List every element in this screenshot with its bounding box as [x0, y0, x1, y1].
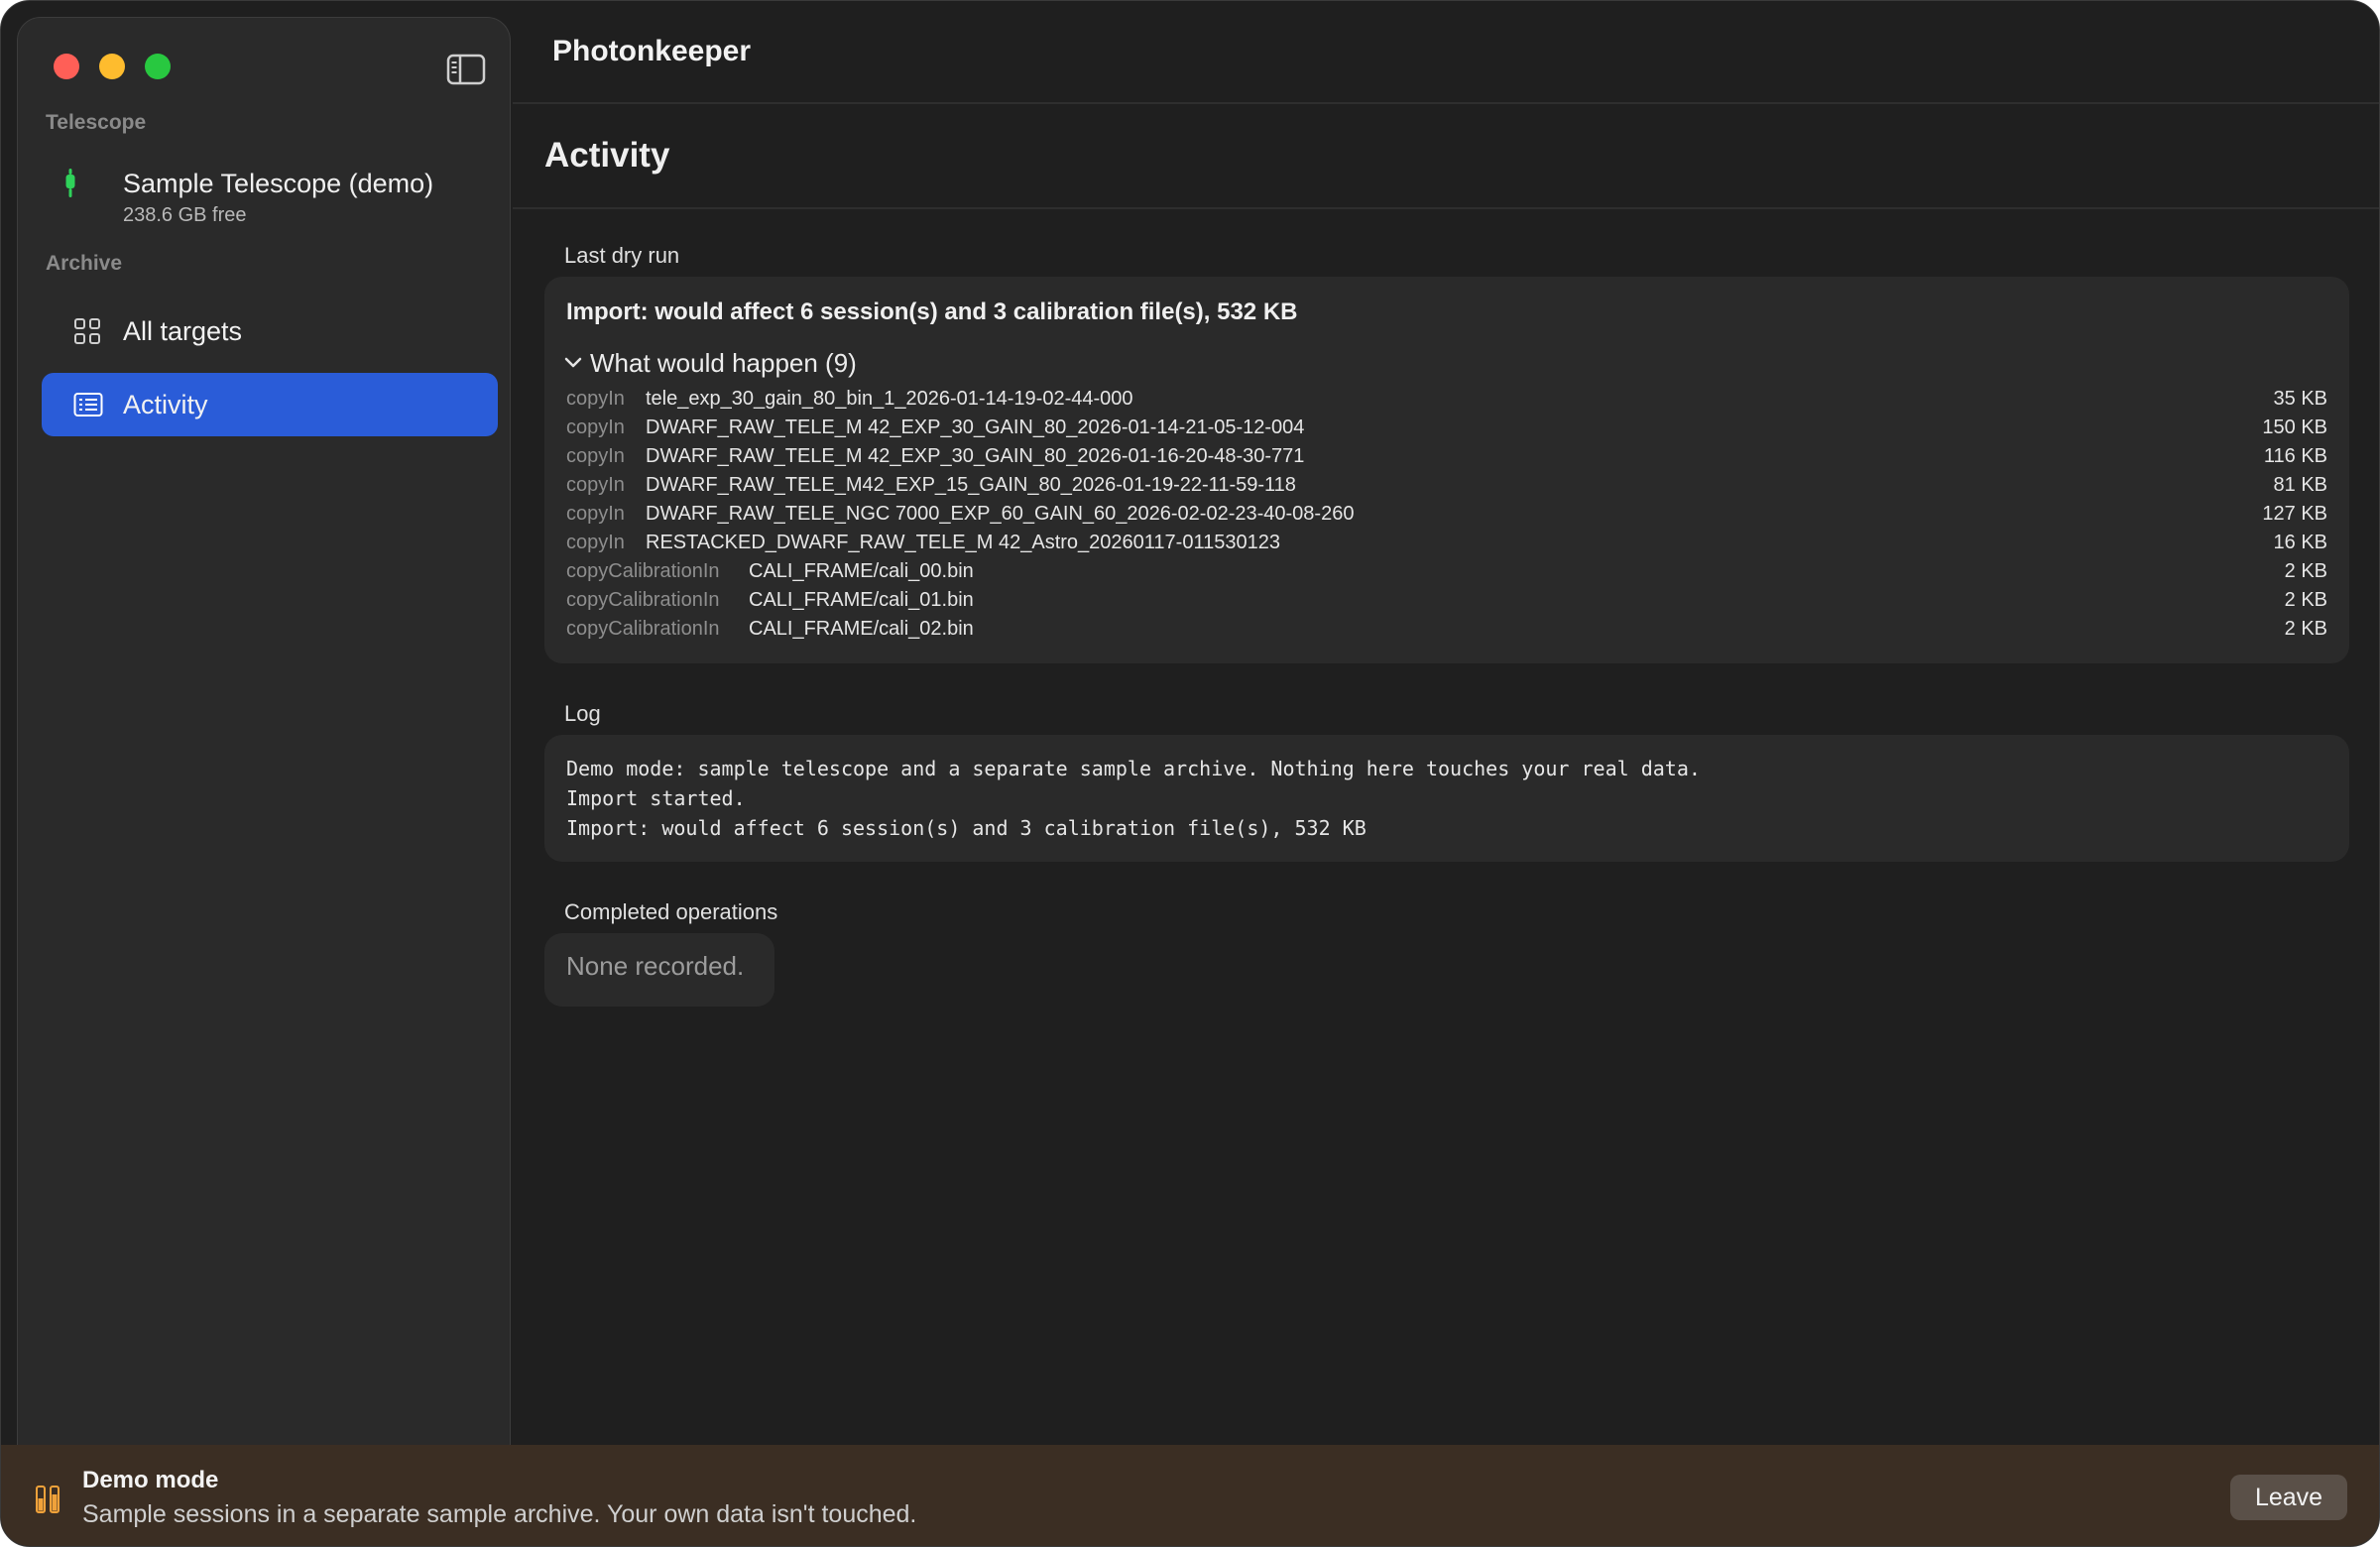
dry-run-card: Import: would affect 6 session(s) and 3 …	[544, 277, 2349, 663]
operation-kind: copyIn	[566, 532, 625, 553]
leave-demo-button[interactable]: Leave	[2230, 1475, 2347, 1520]
operation-size: 2 KB	[2284, 589, 2327, 611]
sidebar-item-activity[interactable]: Activity	[42, 373, 498, 436]
operation-kind: copyIn	[566, 445, 625, 467]
operation-file: DWARF_RAW_TELE_M42_EXP_15_GAIN_80_2026-0…	[646, 474, 1296, 496]
operation-file: DWARF_RAW_TELE_NGC 7000_EXP_60_GAIN_60_2…	[646, 503, 1355, 525]
operation-file: CALI_FRAME/cali_00.bin	[749, 560, 974, 582]
operation-file: RESTACKED_DWARF_RAW_TELE_M 42_Astro_2026…	[646, 532, 1280, 553]
operation-size: 127 KB	[2262, 503, 2327, 525]
operation-row: copyIn DWARF_RAW_TELE_NGC 7000_EXP_60_GA…	[566, 499, 2327, 528]
titlebar-divider	[513, 102, 2379, 104]
list-icon	[73, 391, 103, 418]
telescope-free-space: 238.6 GB free	[123, 204, 247, 226]
operation-row: copyIn DWARF_RAW_TELE_M 42_EXP_30_GAIN_8…	[566, 441, 2327, 470]
log-line: Import: would affect 6 session(s) and 3 …	[566, 816, 1367, 840]
app-title: Photonkeeper	[552, 35, 752, 67]
operation-row: copyCalibrationIn CALI_FRAME/cali_01.bin…	[566, 585, 2327, 614]
operation-kind: copyCalibrationIn	[566, 618, 720, 640]
flask-icon	[35, 1485, 60, 1514]
operation-file: CALI_FRAME/cali_01.bin	[749, 589, 974, 611]
sidebar-item-all-targets[interactable]: All targets	[42, 299, 498, 363]
sidebar: Telescope Sample Telescope (demo) 238.6 …	[17, 17, 511, 1528]
operation-file: CALI_FRAME/cali_02.bin	[749, 618, 974, 640]
telescope-name: Sample Telescope (demo)	[123, 169, 434, 198]
dry-run-summary: Import: would affect 6 session(s) and 3 …	[566, 298, 1298, 325]
demo-mode-banner: Demo mode Sample sessions in a separate …	[1, 1445, 2379, 1546]
operation-row: copyCalibrationIn CALI_FRAME/cali_02.bin…	[566, 614, 2327, 643]
operation-size: 2 KB	[2284, 560, 2327, 582]
log-line: Import started.	[566, 786, 746, 810]
operation-size: 35 KB	[2273, 388, 2327, 410]
completed-card: None recorded.	[544, 933, 774, 1007]
close-window-button[interactable]	[54, 54, 79, 79]
operation-file: DWARF_RAW_TELE_M 42_EXP_30_GAIN_80_2026-…	[646, 445, 1305, 467]
operation-size: 16 KB	[2273, 532, 2327, 553]
operation-row: copyCalibrationIn CALI_FRAME/cali_00.bin…	[566, 556, 2327, 585]
sidebar-item-label: Activity	[123, 390, 208, 419]
operation-size: 116 KB	[2263, 445, 2327, 467]
minimize-window-button[interactable]	[99, 54, 125, 79]
disclosure-label: What would happen (9)	[590, 348, 857, 378]
chevron-down-icon	[562, 354, 584, 372]
operation-kind: copyCalibrationIn	[566, 589, 720, 611]
completed-label: Completed operations	[564, 899, 778, 924]
operation-size: 150 KB	[2262, 416, 2327, 438]
dry-run-label: Last dry run	[564, 243, 680, 268]
operation-kind: copyIn	[566, 503, 625, 525]
operation-kind: copyIn	[566, 388, 625, 410]
operation-size: 81 KB	[2273, 474, 2327, 496]
app-window: Telescope Sample Telescope (demo) 238.6 …	[0, 0, 2380, 1547]
operation-file: tele_exp_30_gain_80_bin_1_2026-01-14-19-…	[646, 388, 1133, 410]
log-card: Demo mode: sample telescope and a separa…	[544, 735, 2349, 862]
operation-row: copyIn DWARF_RAW_TELE_M 42_EXP_30_GAIN_8…	[566, 413, 2327, 441]
banner-text: Sample sessions in a separate sample arc…	[82, 1500, 917, 1528]
operation-kind: copyIn	[566, 416, 625, 438]
archive-section-label: Archive	[46, 252, 123, 275]
operation-kind: copyIn	[566, 474, 625, 496]
header-divider	[513, 207, 2379, 209]
operation-file: DWARF_RAW_TELE_M 42_EXP_30_GAIN_80_2026-…	[646, 416, 1305, 438]
telescope-section-label: Telescope	[46, 111, 147, 134]
zoom-window-button[interactable]	[145, 54, 171, 79]
operation-kind: copyCalibrationIn	[566, 560, 720, 582]
grid-icon	[73, 317, 101, 345]
log-label: Log	[564, 701, 601, 726]
operation-row: copyIn tele_exp_30_gain_80_bin_1_2026-01…	[566, 384, 2327, 413]
operation-row: copyIn RESTACKED_DWARF_RAW_TELE_M 42_Ast…	[566, 528, 2327, 556]
sidebar-toggle-icon[interactable]	[446, 54, 486, 85]
page-title: Activity	[544, 136, 670, 175]
operation-row: copyIn DWARF_RAW_TELE_M42_EXP_15_GAIN_80…	[566, 470, 2327, 499]
log-line: Demo mode: sample telescope and a separa…	[566, 757, 1701, 780]
operation-size: 2 KB	[2284, 618, 2327, 640]
banner-title: Demo mode	[82, 1467, 219, 1493]
empty-state-text: None recorded.	[566, 951, 745, 981]
sidebar-item-label: All targets	[123, 316, 243, 346]
telescope-status-icon	[63, 169, 77, 198]
telescope-item[interactable]: Sample Telescope (demo) 238.6 GB free	[42, 149, 498, 228]
